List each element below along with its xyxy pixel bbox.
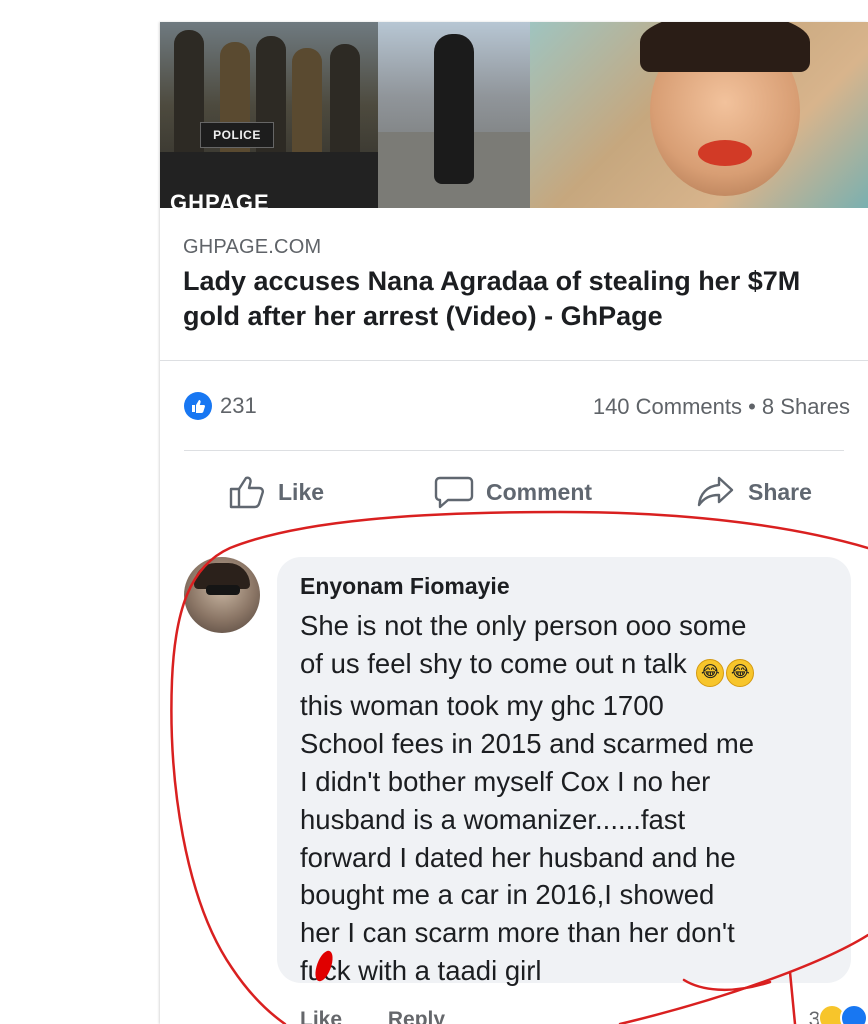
comment-reply-link[interactable]: Reply xyxy=(388,1008,445,1024)
woman-portrait-photo xyxy=(530,22,868,208)
comment-line: this woman took my ghc 1700 xyxy=(300,689,664,721)
like-button[interactable]: Like xyxy=(228,474,324,510)
comment-line: She is not the only person ooo some xyxy=(300,610,747,641)
share-button-label: Share xyxy=(748,478,812,505)
comment-line: bought me a car in 2016,I showed xyxy=(300,879,715,911)
comment-line: her I can scarm more than her don't xyxy=(300,917,735,949)
police-truck-photo: POLICE GHPAGE xyxy=(160,22,378,208)
comment-bubble: Enyonam Fiomayie She is not the only per… xyxy=(277,557,851,986)
street-officer-photo xyxy=(378,22,530,208)
divider xyxy=(160,360,868,361)
comment-line: of us feel shy to come out n talk 😂 😂 xyxy=(300,645,840,687)
speech-bubble-icon xyxy=(434,476,474,509)
link-source-domain[interactable]: GHPAGE.COM xyxy=(183,236,321,259)
lips-shape xyxy=(698,140,752,166)
like-count: 231 xyxy=(220,393,257,418)
post-action-bar: Like Comment Share xyxy=(160,474,868,514)
comment-button[interactable]: Comment xyxy=(434,474,592,510)
comment-line: I didn't bother myself Cox I no her xyxy=(300,765,711,797)
comment-line: School fees in 2015 and scarmed me xyxy=(300,727,755,759)
comment-line: forward I dated her husband and he xyxy=(300,841,736,873)
like-button-label: Like xyxy=(278,478,325,505)
laughing-emoji-icon: 😂 xyxy=(696,658,725,687)
thumbs-up-icon xyxy=(229,476,264,509)
reaction-summary[interactable]: 231 xyxy=(184,392,257,420)
comments-shares-count[interactable]: 140 Comments • 8 Shares xyxy=(593,394,850,420)
comment-reaction-icons[interactable] xyxy=(818,1004,868,1024)
share-arrow-icon xyxy=(697,476,734,507)
divider xyxy=(184,450,844,451)
comment-line-text: of us feel shy to come out n talk xyxy=(300,647,687,679)
link-headline[interactable]: Lady accuses Nana Agradaa of stealing he… xyxy=(183,264,843,334)
comment-button-label: Comment xyxy=(486,478,593,505)
police-plate: POLICE xyxy=(200,122,274,148)
commenter-avatar[interactable] xyxy=(184,557,260,633)
comment-line: husband is a womanizer......fast xyxy=(300,803,686,835)
masked-officer-figure xyxy=(434,34,474,184)
laughing-emoji-icon: 😂 xyxy=(726,658,755,687)
comment-author[interactable]: Enyonam Fiomayie xyxy=(300,573,510,600)
comment-line: fuck with a taadi girl xyxy=(300,952,840,990)
avatar-sunglasses-shape xyxy=(206,585,240,595)
link-preview-image[interactable]: POLICE GHPAGE xyxy=(160,22,868,208)
like-reaction-icon xyxy=(840,1004,868,1024)
ghpage-watermark: GHPAGE xyxy=(170,190,270,208)
thumbs-up-badge-icon xyxy=(184,392,212,420)
comment-body: She is not the only person ooo some of u… xyxy=(300,607,840,990)
comment-line-text: ck with a taadi girl xyxy=(322,955,542,987)
hair-shape xyxy=(640,22,810,72)
share-button[interactable]: Share xyxy=(696,474,812,510)
comment-like-link[interactable]: Like xyxy=(300,1008,342,1024)
shared-post-card: POLICE GHPAGE GHPAGE.COM Lady accuses Na… xyxy=(160,22,868,1024)
police-officer-figure xyxy=(330,44,360,160)
comment-actions: Like Reply xyxy=(300,1008,485,1024)
police-officer-figure xyxy=(292,48,322,158)
